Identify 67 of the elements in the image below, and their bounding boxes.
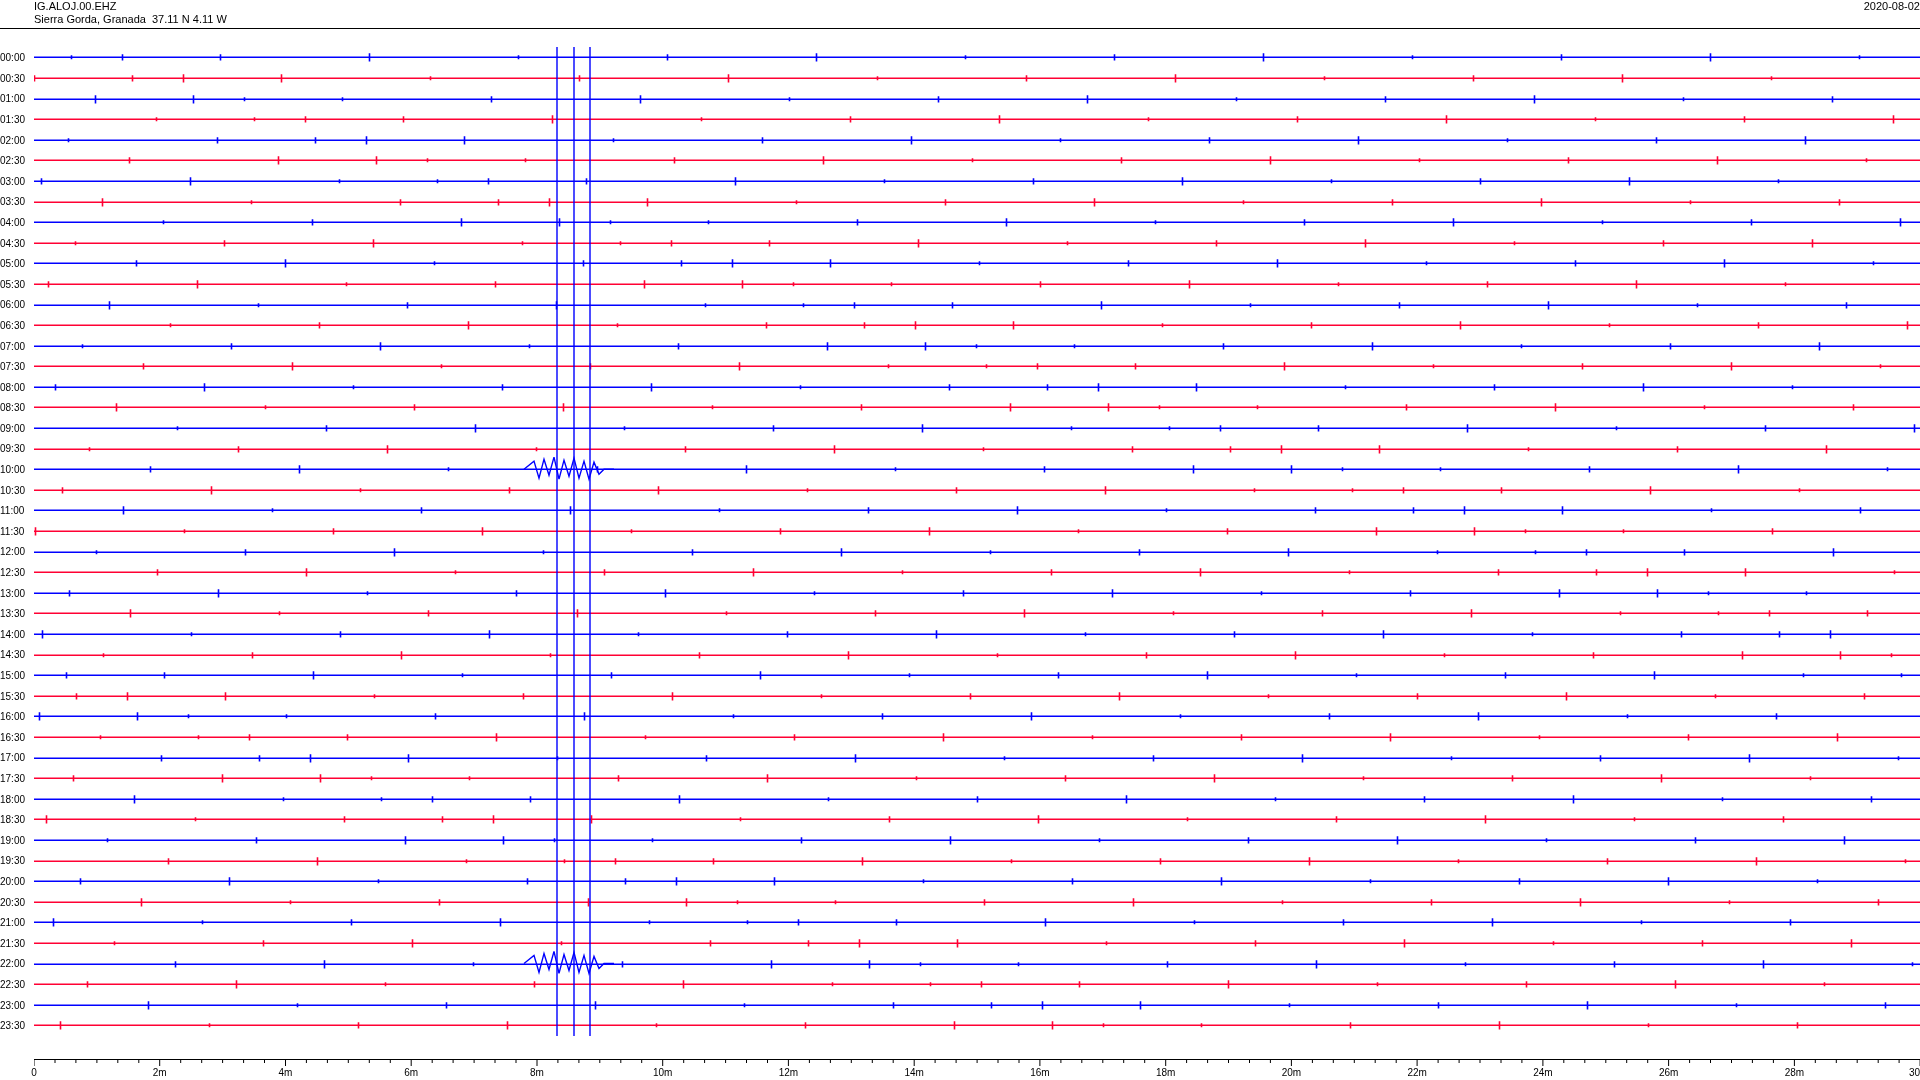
time-label: 00:00 (0, 52, 26, 64)
time-label: 11:00 (0, 505, 25, 517)
time-label: 14:30 (0, 649, 26, 661)
time-label: 23:00 (0, 999, 26, 1011)
time-label: 05:30 (0, 278, 26, 290)
time-label: 15:30 (0, 690, 26, 702)
axis-tick-label: 16m (1030, 1066, 1050, 1078)
time-label: 05:00 (0, 258, 26, 270)
time-label: 15:00 (0, 670, 26, 681)
time-label: 10:00 (0, 464, 26, 476)
time-label: 12:30 (0, 567, 26, 579)
axis-tick-label: 10m (652, 1066, 673, 1078)
time-label: 20:00 (0, 875, 26, 887)
time-label: 11:30 (0, 525, 25, 537)
time-label: 07:00 (0, 340, 26, 352)
time-label: 04:00 (0, 216, 26, 228)
time-label: 04:30 (0, 237, 26, 249)
axis-tick-label: 20m (1281, 1066, 1302, 1078)
time-label: 22:30 (0, 978, 26, 990)
time-label: 16:00 (0, 711, 26, 723)
time-label: 17:00 (0, 752, 26, 764)
time-label: 07:30 (0, 361, 26, 373)
time-label: 02:30 (0, 155, 26, 167)
time-label: 19:00 (0, 834, 26, 846)
time-label: 21:30 (0, 937, 26, 949)
time-label: 09:00 (0, 422, 26, 434)
axis-tick-label: 8m (530, 1066, 544, 1078)
axis-tick-label: 22m (1407, 1066, 1427, 1078)
axis-tick-label: 12m (778, 1066, 799, 1078)
axis-tick-label: 26m (1658, 1066, 1679, 1078)
time-label: 00:30 (0, 72, 26, 84)
time-label: 08:00 (0, 381, 26, 393)
station-code: IG.ALOJ.00.EHZ (34, 0, 118, 13)
axis-tick-label: 14m (904, 1066, 924, 1078)
time-label: 06:30 (0, 319, 26, 331)
time-label: 12:00 (0, 546, 26, 558)
time-label: 14:00 (0, 628, 26, 640)
time-label: 20:30 (0, 896, 26, 908)
time-label: 06:00 (0, 299, 26, 311)
time-label: 09:30 (0, 443, 26, 455)
date-label: 2020-08-02 (1863, 0, 1920, 14)
time-label: 22:00 (0, 958, 26, 970)
time-label: 10:30 (0, 484, 26, 496)
axis-tick-label: 30 (1908, 1066, 1920, 1078)
axis-tick-label: 4m (278, 1066, 293, 1078)
time-label: 16:30 (0, 731, 26, 743)
time-label: 18:00 (0, 793, 26, 805)
time-label: 02:00 (0, 134, 26, 146)
axis-tick-label: 2m (152, 1066, 167, 1078)
time-label: 01:00 (0, 93, 26, 105)
time-label: 13:30 (0, 608, 26, 620)
time-label: 17:30 (0, 772, 26, 784)
time-label: 03:30 (0, 196, 26, 208)
axis-tick-label: 18m (1155, 1066, 1176, 1078)
axis-tick-label: 6m (404, 1066, 419, 1078)
time-label: 08:30 (0, 402, 26, 414)
time-label: 21:00 (0, 917, 26, 929)
axis-tick-label: 28m (1784, 1066, 1805, 1078)
time-label: 18:30 (0, 814, 26, 826)
time-label: 01:30 (0, 113, 26, 125)
axis-tick-label: 24m (1533, 1066, 1553, 1078)
time-label: 23:30 (0, 1020, 26, 1032)
station-location: Sierra Gorda, Granada 37.11 N 4.11 W (34, 13, 227, 26)
time-label: 13:00 (0, 587, 26, 599)
time-label: 03:00 (0, 175, 26, 187)
time-label: 19:30 (0, 855, 26, 867)
axis-tick-label: 0 (31, 1066, 37, 1078)
